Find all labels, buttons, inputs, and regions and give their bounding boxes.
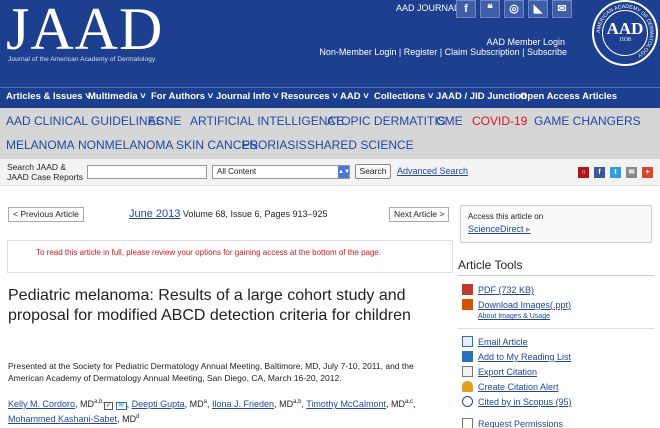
- email-article-link[interactable]: Email Article: [462, 336, 528, 347]
- sciencedirect-link[interactable]: ScienceDirect ▸: [468, 224, 531, 235]
- access-notice: To read this article in full, please rev…: [7, 240, 453, 273]
- chevron-down-icon: ▲▼: [338, 166, 350, 178]
- topic-acne[interactable]: ACNE: [148, 114, 181, 128]
- nav-for-authors[interactable]: For Authors ˅: [151, 91, 213, 102]
- author-link[interactable]: Timothy McCalmont: [306, 399, 386, 409]
- permissions-icon: [462, 418, 473, 428]
- aad-member-login[interactable]: AAD Member Login: [486, 37, 565, 47]
- facebook-share-icon[interactable]: f: [594, 167, 605, 178]
- nav-multimedia[interactable]: Multimedia ˅: [88, 91, 146, 102]
- logo-subtitle: Journal of the American Academy of Derma…: [8, 56, 156, 63]
- search-scope-select[interactable]: All Content ▲▼: [212, 165, 350, 179]
- account-links: Non-Member Login | Register | Claim Subs…: [319, 47, 567, 57]
- author-affiliation: a,c: [404, 399, 413, 405]
- pdf-link[interactable]: PDF (732 KB): [462, 284, 534, 295]
- twitter-icon[interactable]: t: [610, 167, 621, 178]
- nav-open-access[interactable]: Open Access Articles: [520, 91, 617, 102]
- nav-articles-issues[interactable]: Articles & Issues ˅: [6, 91, 91, 102]
- download-images-link[interactable]: Download Images(.ppt): [462, 299, 571, 310]
- topic-covid19[interactable]: COVID-19: [472, 114, 527, 128]
- author-affiliation: a: [203, 399, 207, 405]
- author-affiliation: a,b: [293, 399, 302, 405]
- author-link[interactable]: Mohammed Kashani-Sabet: [8, 414, 117, 424]
- main-nav: Articles & Issues ˅ Multimedia ˅ For Aut…: [0, 87, 660, 108]
- sciencedirect-box: Access this article on ScienceDirect ▸: [460, 205, 652, 243]
- presented-note: Presented at the Society for Pediatric D…: [8, 361, 414, 383]
- author-link[interactable]: Deepti Gupta: [132, 399, 185, 409]
- author-link[interactable]: Kelly M. Cordoro: [8, 399, 75, 409]
- issue-volume: Volume 68, Issue 6, Pages 913–925: [182, 209, 328, 219]
- about-images-link[interactable]: About Images & Usage: [478, 313, 550, 320]
- nav-journal-info[interactable]: Journal Info ˅: [216, 91, 279, 102]
- instagram-icon[interactable]: ◎: [504, 0, 524, 18]
- nav-aad[interactable]: AAD ˅: [340, 91, 369, 102]
- topic-melanoma[interactable]: MELANOMA: [6, 138, 75, 152]
- scopus-icon: [462, 396, 473, 407]
- register-link[interactable]: Register: [404, 47, 438, 57]
- author-affiliation: a,b,: [94, 399, 105, 405]
- plus-icon[interactable]: +: [642, 167, 653, 178]
- issue-info: June 2013 Volume 68, Issue 6, Pages 913–…: [129, 208, 328, 220]
- citation-alert-link[interactable]: Create Citation Alert: [462, 381, 559, 392]
- topic-shared-science[interactable]: SHARED SCIENCE: [307, 138, 414, 152]
- seal-abbr: AAD: [606, 19, 644, 38]
- advanced-search-link[interactable]: Advanced Search: [397, 166, 468, 176]
- reading-list-link[interactable]: Add to My Reading List: [462, 351, 571, 362]
- export-citation-link[interactable]: Export Citation: [462, 366, 537, 377]
- aad-journals-link[interactable]: AAD JOURNALS: [396, 3, 465, 13]
- previous-article-button[interactable]: < Previous Article: [8, 207, 84, 222]
- email-icon[interactable]: ✉: [552, 0, 572, 18]
- scopus-citations-link[interactable]: Cited by in Scopus (95): [462, 396, 572, 407]
- ppt-icon: [462, 299, 473, 310]
- bell-icon: [462, 381, 473, 392]
- email-share-icon[interactable]: ✉: [626, 167, 637, 178]
- topic-bar: AAD CLINICAL GUIDELINES ACNE ARTIFICIAL …: [0, 108, 660, 159]
- divider: [458, 275, 654, 276]
- email-icon: [462, 336, 473, 347]
- article-tools-title: Article Tools: [458, 258, 523, 272]
- reading-list-icon: [462, 351, 473, 362]
- search-button[interactable]: Search: [355, 164, 391, 179]
- search-input[interactable]: [87, 165, 207, 179]
- topic-game-changers[interactable]: GAME CHANGERS: [534, 114, 641, 128]
- claim-subscription-link[interactable]: Claim Subscription: [445, 47, 520, 57]
- nav-resources[interactable]: Resources ˅: [281, 91, 338, 102]
- nav-jaad-jid-junction[interactable]: JAAD / JID Junction: [436, 91, 527, 102]
- non-member-login-link[interactable]: Non-Member Login: [319, 47, 396, 57]
- rss-icon[interactable]: ◣: [528, 0, 548, 18]
- search-bar: Search JAAD & JAAD Case Reports All Conte…: [0, 159, 660, 186]
- topic-clinical-guidelines[interactable]: AAD CLINICAL GUIDELINES: [6, 114, 164, 128]
- topic-cme[interactable]: CME: [436, 114, 463, 128]
- export-icon: [462, 366, 473, 377]
- issue-date-link[interactable]: June 2013: [129, 208, 180, 220]
- author-list: Kelly M. Cordoro, MDa,b,✓ ✉, Deepti Gupt…: [8, 399, 416, 424]
- author-affiliation: d: [136, 414, 140, 420]
- chevron-right-icon: ▸: [526, 224, 531, 234]
- request-permissions-link[interactable]: Request Permissions: [462, 418, 563, 428]
- mendeley-icon[interactable]: ∩: [578, 167, 589, 178]
- access-on-label: Access this article on: [468, 212, 544, 221]
- aad-seal: AMERICAN ACADEMY OF DERMATOLOGY AAD 1938: [592, 0, 658, 66]
- nav-collections[interactable]: Collections ˅: [374, 91, 433, 102]
- feed-icon[interactable]: ❝: [480, 0, 500, 18]
- next-article-button[interactable]: Next Article >: [389, 207, 450, 222]
- seal-center: AAD 1938: [602, 10, 648, 56]
- divider: [458, 328, 654, 329]
- access-message: To read this article in full, please rev…: [36, 248, 382, 257]
- topic-psoriasis[interactable]: PSORIASIS: [242, 138, 307, 152]
- pdf-icon: [462, 284, 473, 295]
- search-label: Search JAAD & JAAD Case Reports: [7, 162, 84, 182]
- topic-ai[interactable]: ARTIFICIAL INTELLIGENCE: [190, 114, 344, 128]
- site-header: JAAD Journal of the American Academy of …: [0, 0, 660, 87]
- topic-atopic-dermatitis[interactable]: ATOPIC DERMATITIS: [327, 114, 446, 128]
- email-icon[interactable]: ✉: [115, 402, 127, 410]
- corresponding-icon[interactable]: ✓: [104, 402, 114, 410]
- search-scope-value: All Content: [217, 167, 257, 176]
- author-link[interactable]: Ilona J. Frieden: [212, 399, 274, 409]
- article-title: Pediatric melanoma: Results of a large c…: [8, 287, 411, 324]
- jaad-logo[interactable]: JAAD: [6, 0, 163, 59]
- topic-nonmelanoma[interactable]: NONMELANOMA SKIN CANCER: [78, 138, 258, 152]
- subscribe-link[interactable]: Subscribe: [527, 47, 567, 57]
- facebook-icon[interactable]: f: [456, 0, 476, 18]
